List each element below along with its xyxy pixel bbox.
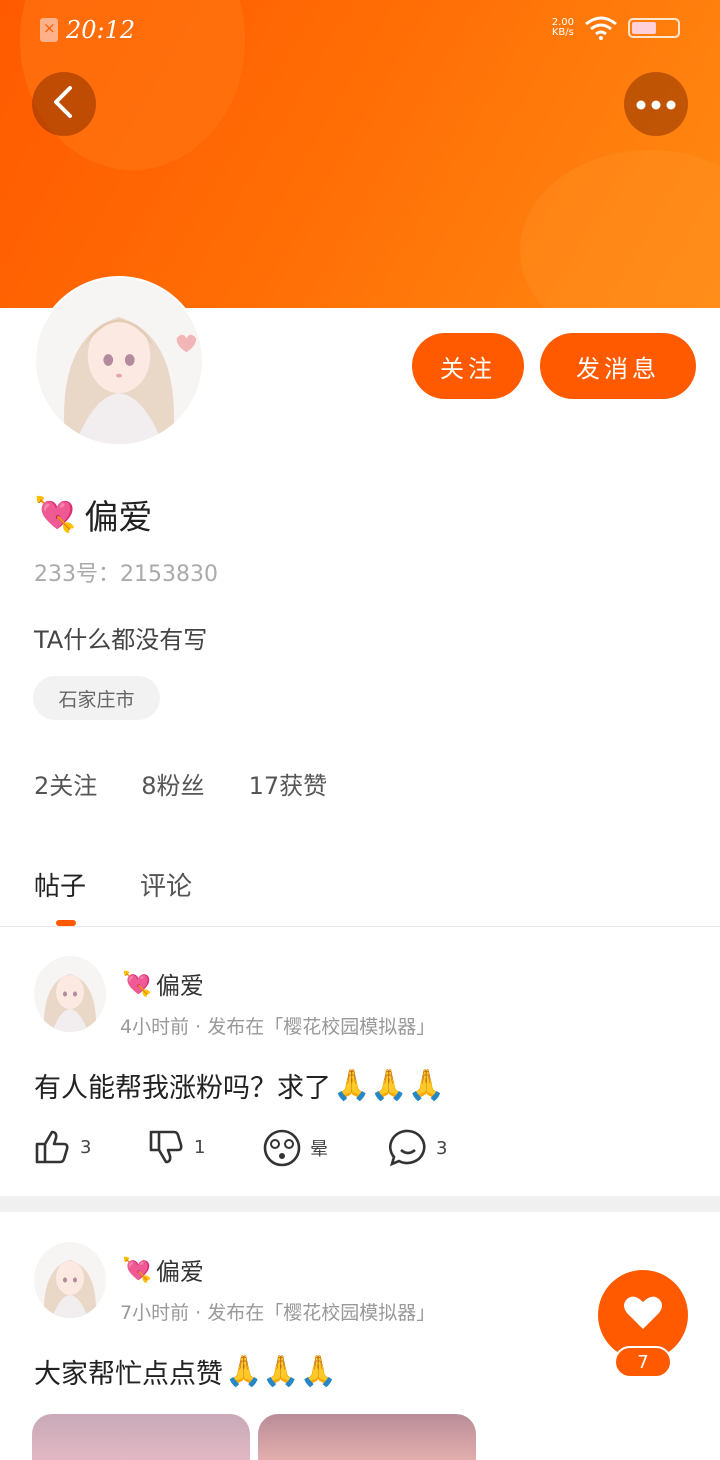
dizzy-face-icon xyxy=(262,1128,302,1168)
chevron-left-icon xyxy=(50,85,78,123)
heart-icon xyxy=(623,1295,663,1335)
post-image[interactable] xyxy=(258,1414,476,1460)
post-author-name: 偏爱 xyxy=(155,972,204,1000)
like-count-badge: 7 xyxy=(614,1346,672,1378)
avatar[interactable] xyxy=(34,1242,106,1318)
post-content: 大家帮忙点点赞 🙏🙏🙏 xyxy=(34,1352,337,1391)
post-author-name: 偏爱 xyxy=(155,1258,204,1286)
like-count: 3 xyxy=(80,1136,92,1158)
post-text: 有人能帮我涨粉吗？求了 xyxy=(34,1073,331,1104)
status-bar: 20:12 2.00 KB/s xyxy=(0,0,720,60)
status-time: 20:12 xyxy=(66,16,136,44)
post-actions: 3 1 晕 3 xyxy=(34,1128,494,1172)
battery-icon xyxy=(628,18,680,38)
post-text: 大家帮忙点点赞 xyxy=(34,1359,223,1390)
ellipsis-icon xyxy=(636,95,676,114)
dislike-button[interactable]: 1 xyxy=(148,1128,205,1166)
heart-arrow-icon: 💘 xyxy=(34,494,77,535)
profile-stats: 2关注 8粉丝 17获赞 xyxy=(34,766,327,801)
wifi-icon xyxy=(584,16,618,40)
avatar[interactable] xyxy=(34,956,106,1032)
heart-arrow-icon: 💘 xyxy=(122,1255,152,1284)
tabs-divider xyxy=(0,926,720,927)
following-count[interactable]: 2关注 xyxy=(34,766,97,801)
post-author[interactable]: 💘 偏爱 xyxy=(122,1252,204,1287)
post-meta: 4小时前 · 发布在「樱花校园模拟器」 xyxy=(120,1016,436,1038)
comment-count: 3 xyxy=(436,1137,448,1159)
post-divider xyxy=(0,1196,720,1212)
likes-received-count: 17获赞 xyxy=(248,772,328,800)
heart-arrow-icon: 💘 xyxy=(122,969,152,998)
send-message-button[interactable]: 发消息 xyxy=(540,333,696,399)
praying-hands-icon: 🙏🙏🙏 xyxy=(333,1068,446,1103)
post-content: 有人能帮我涨粉吗？求了 🙏🙏🙏 xyxy=(34,1066,445,1105)
network-speed: 2.00 KB/s xyxy=(551,17,574,38)
more-button[interactable] xyxy=(624,72,688,136)
post-meta: 7小时前 · 发布在「樱花校园模拟器」 xyxy=(120,1302,436,1324)
like-button[interactable]: 3 xyxy=(34,1128,91,1166)
tab-posts[interactable]: 帖子 xyxy=(34,866,86,903)
praying-hands-icon: 🙏🙏🙏 xyxy=(225,1354,338,1389)
username-row: 💘 偏爱 xyxy=(34,490,152,539)
profile-tabs: 帖子 评论 xyxy=(34,866,192,903)
follow-button[interactable]: 关注 xyxy=(412,333,524,399)
back-button[interactable] xyxy=(32,72,96,136)
followers-count[interactable]: 8粉丝 xyxy=(141,766,204,801)
thumbs-up-icon xyxy=(34,1128,72,1166)
user-bio: TA什么都没有写 xyxy=(34,626,208,654)
user-id: 233号：2153830 xyxy=(34,562,218,587)
tab-comments[interactable]: 评论 xyxy=(140,866,192,903)
comment-bubble-icon xyxy=(388,1128,428,1168)
username: 偏爱 xyxy=(84,498,153,538)
post-images xyxy=(32,1414,482,1460)
profile-avatar[interactable] xyxy=(34,276,204,446)
location-chip: 石家庄市 xyxy=(33,676,160,720)
comment-button[interactable]: 3 xyxy=(388,1128,447,1168)
dizzy-reaction-button[interactable]: 晕 xyxy=(262,1128,328,1168)
dizzy-label: 晕 xyxy=(310,1139,328,1160)
post-author[interactable]: 💘 偏爱 xyxy=(122,966,204,1001)
thumbs-down-icon xyxy=(148,1128,186,1166)
dislike-count: 1 xyxy=(194,1136,206,1158)
post-image[interactable] xyxy=(32,1414,250,1460)
no-sim-icon xyxy=(40,18,58,42)
